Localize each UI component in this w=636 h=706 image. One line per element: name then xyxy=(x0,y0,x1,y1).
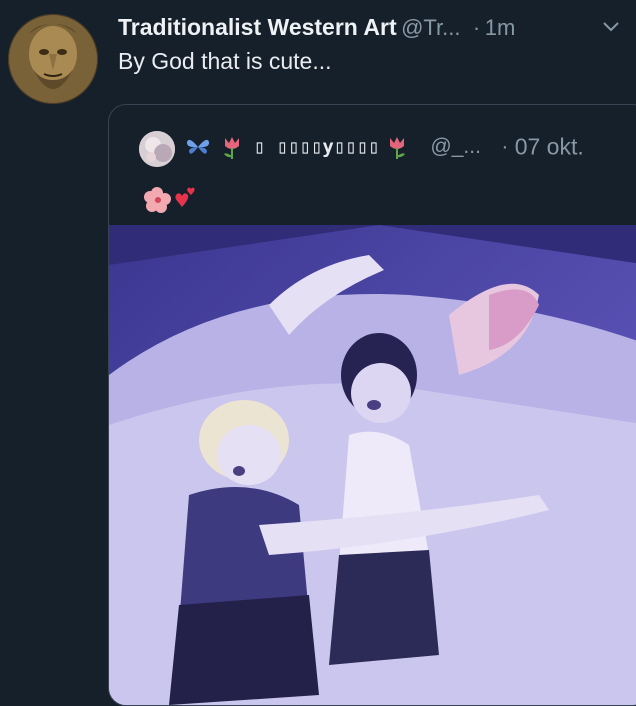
statue-face-image xyxy=(8,14,98,104)
quote-author-handle[interactable]: @_... xyxy=(430,135,481,158)
separator-dot: · xyxy=(501,134,509,158)
hibiscus-emoji xyxy=(144,187,171,213)
hearts-emoji xyxy=(175,187,195,207)
anime-illustration-image[interactable] xyxy=(109,225,636,705)
author-handle[interactable]: @Tr... xyxy=(401,15,460,40)
tweet-time[interactable]: 1m xyxy=(485,15,516,40)
author-avatar[interactable] xyxy=(8,14,98,104)
tweet-text: By God that is cute... xyxy=(118,48,332,74)
quote-author-name[interactable]: ▯ ▯▯▯▯y▯▯▯▯ xyxy=(254,136,380,158)
separator-dot: · xyxy=(472,15,481,40)
quote-text xyxy=(143,183,203,220)
tulip-emoji xyxy=(390,136,406,159)
quote-author-avatar[interactable] xyxy=(139,131,175,167)
chevron-down-icon[interactable] xyxy=(602,20,620,34)
quoted-tweet[interactable]: ▯ ▯▯▯▯y▯▯▯▯ @_... · 07 okt. xyxy=(108,104,636,706)
tulip-emoji xyxy=(224,136,240,159)
pastel-avatar-image xyxy=(139,131,175,167)
butterfly-emoji xyxy=(186,139,210,154)
quote-header: ▯ ▯▯▯▯y▯▯▯▯ @_... · 07 okt. xyxy=(185,132,584,166)
tweet-header: Traditionalist Western Art @Tr... · 1m xyxy=(118,14,626,46)
hibiscus-hearts-emoji xyxy=(144,187,195,213)
author-name[interactable]: Traditionalist Western Art xyxy=(118,14,397,40)
quote-time[interactable]: 07 okt. xyxy=(515,133,584,159)
